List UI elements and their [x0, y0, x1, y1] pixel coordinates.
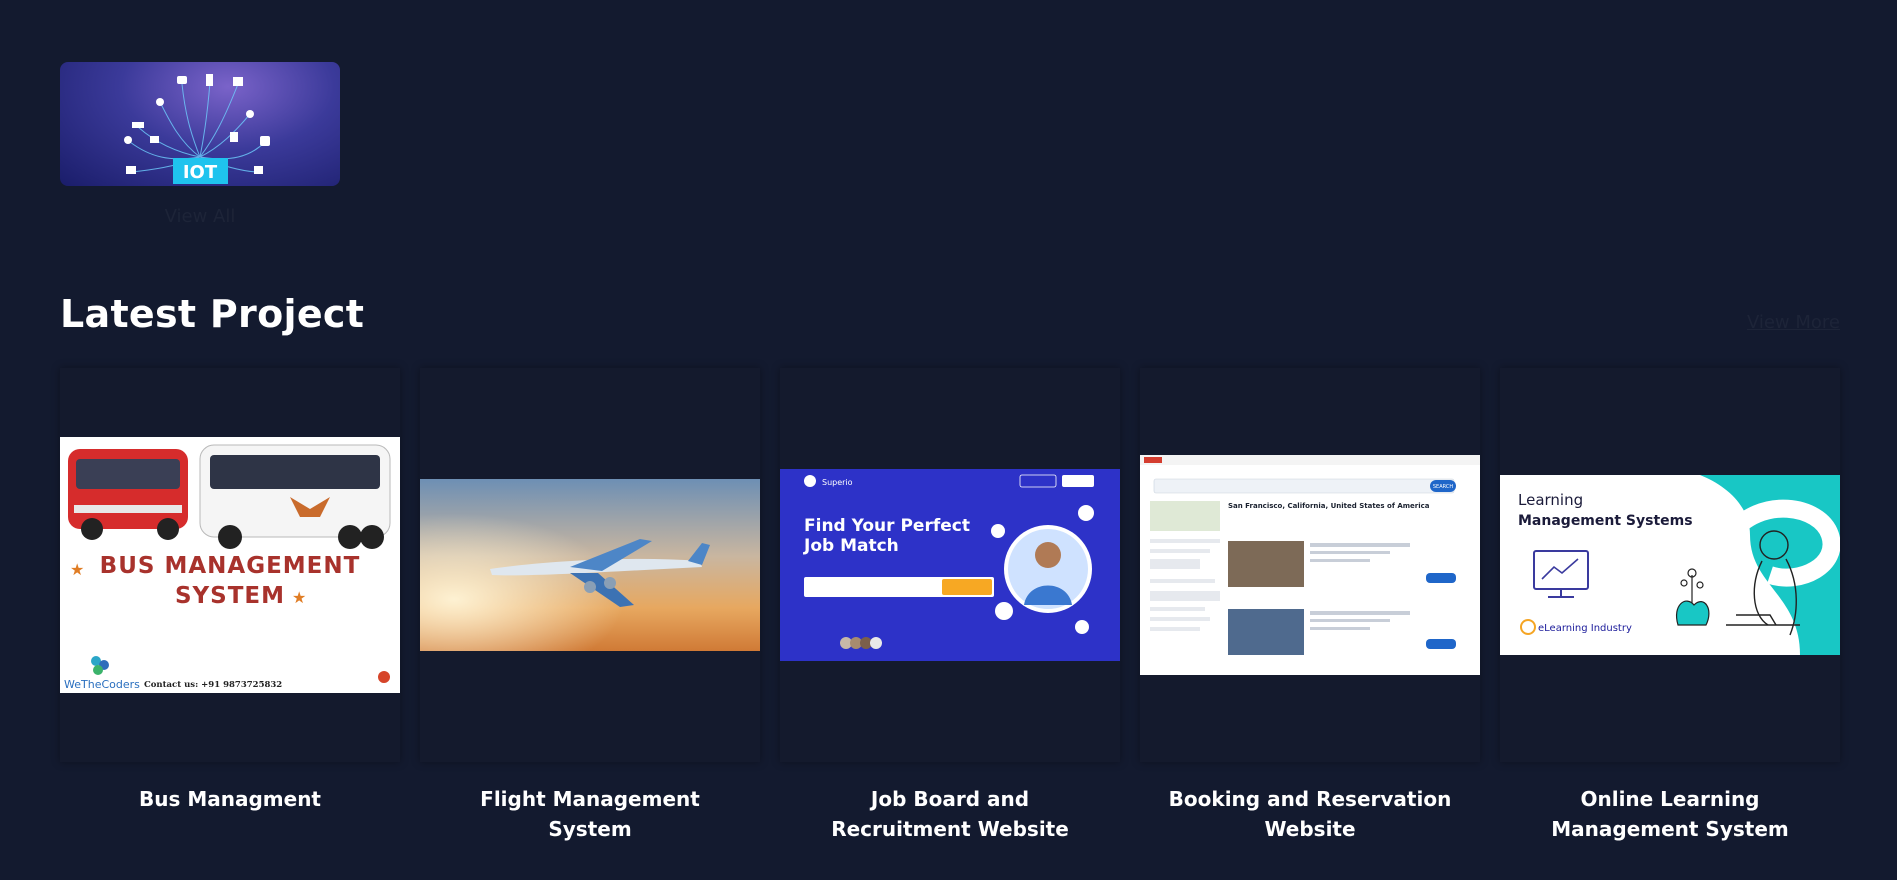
booking-search-button: SEARCH	[1433, 484, 1453, 490]
bus-image-heading-1: BUS MANAGEMENT	[100, 553, 361, 579]
project-thumbnail[interactable]: Superio Find Your Perfect Job Match	[780, 368, 1120, 762]
project-thumbnail[interactable]: SEARCH San Francisco, California, United…	[1140, 368, 1480, 762]
lms-brand: eLearning Industry	[1538, 623, 1632, 634]
job-board-heading-1: Find Your Perfect	[804, 516, 970, 536]
project-thumbnail[interactable]	[420, 368, 760, 762]
lms-line-1: Learning	[1518, 491, 1583, 509]
wethecoders-logo	[91, 656, 109, 675]
svg-text:★: ★	[292, 588, 306, 607]
project-title[interactable]: Flight Management System	[420, 784, 760, 844]
project-grid: ★ BUS MANAGEMENT SYSTEM ★ WeTheCoders Co…	[60, 368, 1840, 844]
project-title[interactable]: Booking and Reservation Website	[1140, 784, 1480, 844]
bus-image-contact: Contact us: +91 9873725832	[144, 680, 282, 690]
bus-image: ★ BUS MANAGEMENT SYSTEM ★ WeTheCoders Co…	[60, 437, 400, 693]
project-card-booking[interactable]: SEARCH San Francisco, California, United…	[1140, 368, 1480, 844]
bus-image-brand: WeTheCoders	[64, 678, 140, 691]
booking-heading: San Francisco, California, United States…	[1228, 502, 1430, 510]
project-card-bus[interactable]: ★ BUS MANAGEMENT SYSTEM ★ WeTheCoders Co…	[60, 368, 400, 844]
job-board-image: Superio Find Your Perfect Job Match	[780, 469, 1120, 661]
job-board-logo: Superio	[822, 478, 853, 487]
svg-text:★: ★	[70, 560, 84, 579]
project-card-flight[interactable]: Flight Management System	[420, 368, 760, 844]
bus-image-heading-2: SYSTEM	[175, 583, 285, 609]
lms-line-2: Management Systems	[1518, 513, 1693, 529]
view-more-link[interactable]: View More	[1747, 312, 1840, 333]
section-title: Latest Project	[60, 292, 365, 336]
job-board-heading-2: Job Match	[803, 536, 899, 556]
view-all-link[interactable]: View All	[60, 206, 340, 227]
project-card-job-board[interactable]: Superio Find Your Perfect Job Match Job …	[780, 368, 1120, 844]
project-card-lms[interactable]: Learning Management Systems eLearning In…	[1500, 368, 1840, 844]
project-title[interactable]: Bus Managment	[60, 784, 400, 814]
project-title[interactable]: Online Learning Management System	[1500, 784, 1840, 844]
lms-image: Learning Management Systems eLearning In…	[1500, 475, 1840, 655]
flight-image	[420, 479, 760, 651]
iot-illustration: IOT	[124, 74, 270, 184]
project-thumbnail[interactable]: Learning Management Systems eLearning In…	[1500, 368, 1840, 762]
iot-badge-text: IOT	[183, 162, 218, 183]
booking-image: SEARCH San Francisco, California, United…	[1140, 455, 1480, 675]
project-thumbnail[interactable]: ★ BUS MANAGEMENT SYSTEM ★ WeTheCoders Co…	[60, 368, 400, 762]
iot-project-card[interactable]: IOT	[60, 62, 340, 186]
project-title[interactable]: Job Board and Recruitment Website	[780, 784, 1120, 844]
